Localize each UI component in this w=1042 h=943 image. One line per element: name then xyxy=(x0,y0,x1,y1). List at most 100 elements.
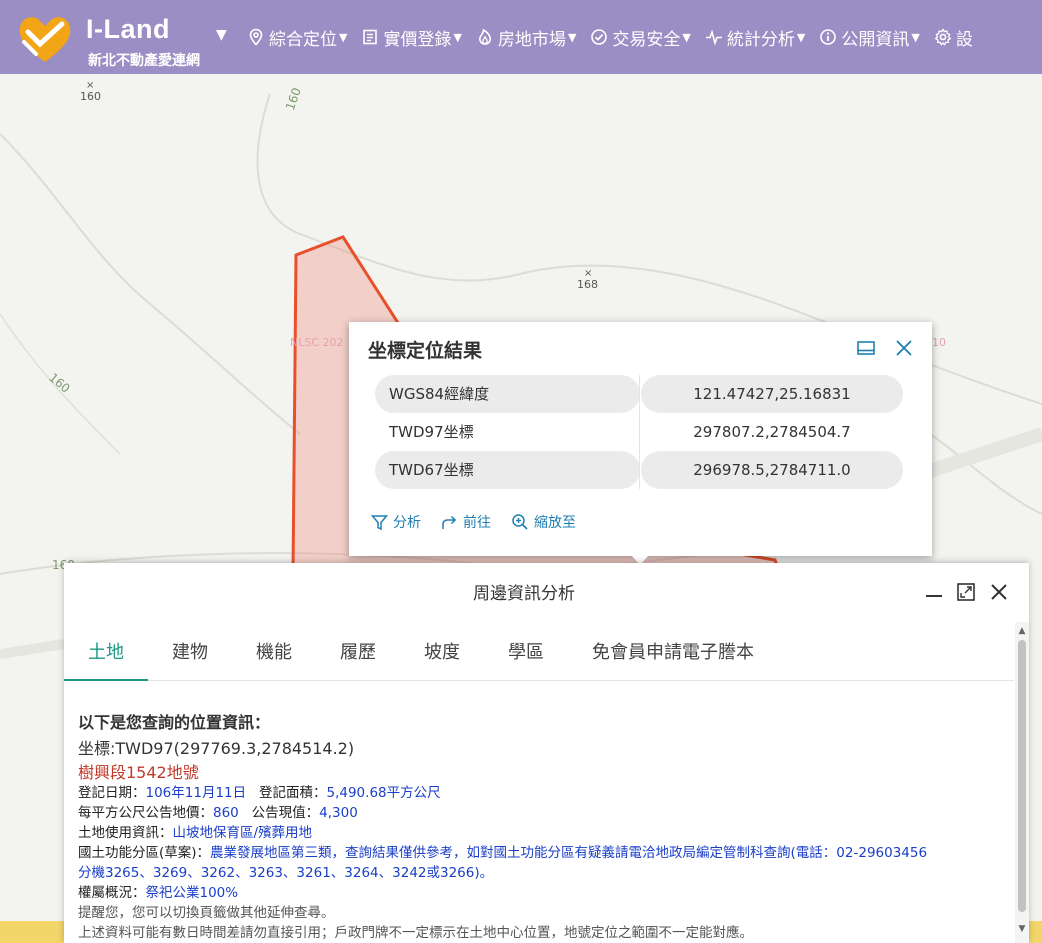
nav-item-price-registration[interactable]: 實價登錄 ▼ xyxy=(361,25,462,50)
zoom-to-button[interactable]: 縮放至 xyxy=(511,512,576,532)
forward-arrow-icon xyxy=(442,515,457,529)
nav-item-settings[interactable]: 設 xyxy=(934,25,973,50)
coordinate-key: TWD67坐標 xyxy=(375,451,640,489)
minimize-icon[interactable] xyxy=(923,581,945,603)
land-use-info: 土地使用資訊：山坡地保育區/殯葬用地 xyxy=(78,823,1008,843)
nav-item-label: 綜合定位 xyxy=(269,29,337,50)
elevation-point-label: 160 xyxy=(80,90,101,103)
tab-building[interactable]: 建物 xyxy=(148,627,232,681)
land-use-label: 土地使用資訊： xyxy=(78,825,173,841)
reg-date-label: 登記日期： xyxy=(78,785,146,801)
nav-item-real-estate-market[interactable]: 房地市場 ▼ xyxy=(476,25,576,50)
nav-item-transaction-safety[interactable]: 交易安全 ▼ xyxy=(590,25,691,50)
zoom-in-icon xyxy=(512,514,528,530)
logo-subtitle: 新北不動產愛連網 xyxy=(88,53,200,69)
analyze-button[interactable]: 分析 xyxy=(371,512,421,532)
current-value: 4,300 xyxy=(319,805,358,821)
table-divider xyxy=(639,375,640,489)
goto-label: 前往 xyxy=(463,515,491,531)
reg-area-label: 登記面積： xyxy=(259,785,327,801)
disclaimer-note: 上述資料可能有數日時間差請勿直接引用；戶政門牌不一定標示在土地中心位置，地號定位… xyxy=(78,925,753,941)
reminder-note: 提醒您，您可以切換頁籤做其他延伸查尋。 xyxy=(78,905,335,921)
map-watermark: NLSC 202 xyxy=(290,336,344,349)
zoning-label: 國土功能分區(草案)： xyxy=(78,845,211,861)
nav-item-label: 交易安全 xyxy=(612,29,681,50)
nav-item-label: 房地市場 xyxy=(497,29,566,50)
zoning-value: 農業發展地區第三類，查詢結果僅供參考，如對國土功能分區有疑義請電洽地政局編定管制… xyxy=(210,845,928,861)
current-value-label: 公告現值： xyxy=(251,805,320,821)
close-icon[interactable] xyxy=(894,338,914,358)
close-icon[interactable] xyxy=(988,581,1010,603)
nav-item-public-info[interactable]: 公開資訊 ▼ xyxy=(819,25,920,50)
ownership-label: 權屬概況： xyxy=(78,885,146,901)
gear-icon xyxy=(934,28,952,46)
scroll-down-icon[interactable]: ▼ xyxy=(1017,924,1027,934)
tab-school-district[interactable]: 學區 xyxy=(484,627,568,681)
ownership-info: 權屬概況：祭祀公業100% xyxy=(78,883,1008,903)
chevron-down-icon: ▼ xyxy=(339,30,348,44)
price-label: 每平方公尺公告地價： xyxy=(78,805,213,821)
ownership-value: 祭祀公業100% xyxy=(145,885,239,901)
popup-actions: 分析 前往 縮放至 xyxy=(371,512,576,532)
scroll-thumb[interactable] xyxy=(1018,640,1026,912)
dock-panel-icon[interactable] xyxy=(856,338,876,358)
tab-history[interactable]: 履歷 xyxy=(316,627,400,681)
land-use-value: 山坡地保育區/殯葬用地 xyxy=(172,825,313,841)
tab-land[interactable]: 土地 xyxy=(64,627,148,681)
coordinate-result-popup: 坐標定位結果 WGS84經緯度 121.47427,25.16831 TWD97… xyxy=(349,322,932,565)
zoning-value-cont: 分機3265、3269、3262、3263、3261、3264、3242或326… xyxy=(78,865,494,881)
zoom-to-label: 縮放至 xyxy=(534,515,576,531)
filter-icon xyxy=(371,514,388,530)
lot-number: 樹興段1542地號 xyxy=(78,763,199,782)
tab-slope[interactable]: 坡度 xyxy=(400,627,484,681)
popup-title: 坐標定位結果 xyxy=(368,340,483,362)
top-navigation-bar: I-Land 新北不動產愛連網 ▼ 綜合定位 ▼ 實價登錄 ▼ 房地市場 ▼ 交易安全… xyxy=(0,0,1042,74)
coordinate-value: 121.47427,25.16831 xyxy=(641,375,903,413)
scroll-up-icon[interactable]: ▲ xyxy=(1017,626,1027,636)
nav-item-label: 設 xyxy=(955,29,973,50)
chevron-down-icon: ▼ xyxy=(453,30,462,44)
flame-icon xyxy=(478,28,491,45)
nav-item-label: 實價登錄 xyxy=(383,29,452,50)
tab-bar: 土地 建物 機能 履歷 坡度 學區 免會員申請電子謄本 xyxy=(64,627,1014,681)
surrounding-info-panel: 周邊資訊分析 土地 建物 機能 履歷 坡度 學區 免會員申請電子謄本 以下是您查… xyxy=(64,563,1029,943)
coordinate-value: 297807.2,2784504.7 xyxy=(693,423,851,441)
check-circle-icon xyxy=(591,29,608,45)
coordinate-key: TWD97坐標 xyxy=(389,423,474,441)
tab-e-transcript[interactable]: 免會員申請電子謄本 xyxy=(568,627,778,681)
analyze-label: 分析 xyxy=(393,515,421,531)
logo-title: I-Land xyxy=(86,14,170,44)
maximize-icon[interactable] xyxy=(955,581,977,603)
zoning-info-cont: 分機3265、3269、3262、3263、3261、3264、3242或326… xyxy=(78,863,1008,883)
reg-area-value: 5,490.68平方公尺 xyxy=(326,785,441,801)
price-value: 860 xyxy=(213,805,239,821)
chevron-down-icon: ▼ xyxy=(911,30,920,44)
chevron-down-icon: ▼ xyxy=(682,30,691,44)
nav-item-positioning[interactable]: 綜合定位 ▼ xyxy=(247,25,347,50)
menu-toggle-chevron-down-icon[interactable]: ▼ xyxy=(216,27,227,43)
site-logo[interactable]: I-Land 新北不動產愛連網 xyxy=(14,6,214,69)
tab-facilities[interactable]: 機能 xyxy=(232,627,316,681)
chevron-down-icon: ▼ xyxy=(567,30,577,44)
reg-date-value: 106年11月11日 xyxy=(145,785,247,801)
goto-button[interactable]: 前往 xyxy=(441,512,491,532)
registration-info: 登記日期：106年11月11日 登記面積：5,490.68平方公尺 xyxy=(78,783,1008,803)
pulse-icon xyxy=(705,29,722,46)
content-heading: 以下是您查詢的位置資訊： xyxy=(78,713,271,732)
map-pin-icon xyxy=(249,28,263,46)
nav-item-label: 公開資訊 xyxy=(841,29,910,50)
nav-item-statistics[interactable]: 統計分析 ▼ xyxy=(705,25,805,50)
land-info-content: 以下是您查詢的位置資訊： 坐標:TWD97(297769.3,2784514.2… xyxy=(78,709,1008,943)
nav-item-label: 統計分析 xyxy=(726,29,795,50)
query-coordinate: 坐標:TWD97(297769.3,2784514.2) xyxy=(78,739,355,758)
main-nav: 綜合定位 ▼ 實價登錄 ▼ 房地市場 ▼ 交易安全 ▼ 統計分析 ▼ 公開資訊 ▼ 設 xyxy=(247,0,987,74)
receipt-icon xyxy=(363,29,378,45)
zoning-info: 國土功能分區(草案)：農業發展地區第三類，查詢結果僅供參考，如對國土功能分區有疑… xyxy=(78,843,1008,863)
info-icon xyxy=(820,29,837,45)
chevron-down-icon: ▼ xyxy=(796,30,806,44)
vertical-scrollbar[interactable]: ▲ ▼ xyxy=(1015,622,1029,943)
heart-hands-logo-icon xyxy=(19,17,71,62)
elevation-point-marker: × xyxy=(584,268,593,279)
panel-title: 周邊資訊分析 xyxy=(473,584,575,604)
elevation-point-label: 168 xyxy=(577,278,598,291)
